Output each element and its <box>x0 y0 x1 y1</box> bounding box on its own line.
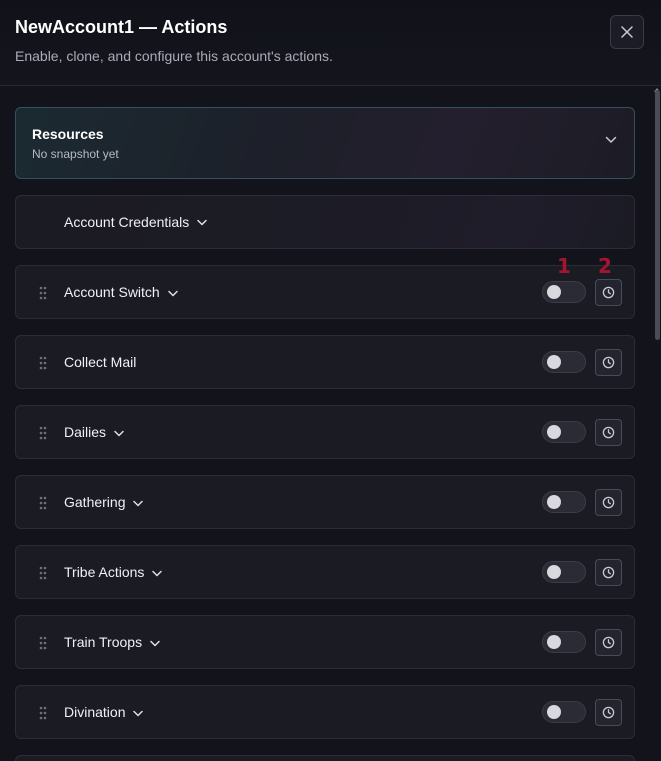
chevron-down-icon <box>114 424 124 440</box>
scrollbar-thumb[interactable] <box>655 90 660 340</box>
drag-handle-icon[interactable] <box>38 356 48 370</box>
account-credentials-panel[interactable]: Account Credentials <box>15 195 635 249</box>
chevron-down-icon <box>133 704 144 720</box>
toggle-knob <box>547 285 561 299</box>
clock-icon <box>602 636 615 649</box>
enable-toggle[interactable] <box>542 491 586 513</box>
actions-modal: NewAccount1 — Actions Enable, clone, and… <box>0 0 661 761</box>
action-label-button[interactable]: Train Troops <box>64 634 160 650</box>
drag-handle-icon[interactable] <box>38 706 48 720</box>
action-row: Collect Mail <box>15 335 635 389</box>
enable-toggle[interactable] <box>542 351 586 373</box>
schedule-button[interactable] <box>595 349 622 376</box>
clock-icon <box>602 286 615 299</box>
action-label: Train Troops <box>64 634 143 650</box>
chevron-down-icon <box>133 494 144 510</box>
account-credentials-label: Account Credentials <box>64 214 190 230</box>
clock-icon <box>602 496 615 509</box>
action-label: Divination <box>64 704 126 720</box>
resources-panel[interactable]: Resources No snapshot yet <box>15 107 635 179</box>
chevron-down-icon <box>197 219 208 225</box>
close-button[interactable] <box>610 15 644 49</box>
action-label-button[interactable]: Divination <box>64 704 144 720</box>
modal-header: NewAccount1 — Actions Enable, clone, and… <box>0 0 661 86</box>
resources-title: Resources <box>32 126 104 142</box>
clock-icon <box>602 356 615 369</box>
modal-title: NewAccount1 — Actions <box>15 17 228 37</box>
action-label: Gathering <box>64 494 126 510</box>
action-label-button[interactable]: Account Switch <box>64 284 178 300</box>
schedule-button[interactable] <box>595 279 622 306</box>
enable-toggle[interactable] <box>542 631 586 653</box>
clock-icon <box>602 706 615 719</box>
drag-handle-icon[interactable] <box>38 566 48 580</box>
action-label: Dailies <box>64 424 107 440</box>
action-label-button[interactable]: Collect Mail <box>64 354 136 370</box>
action-row: Train Troops <box>15 615 635 669</box>
enable-toggle[interactable] <box>542 561 586 583</box>
close-icon <box>621 26 633 38</box>
schedule-button[interactable] <box>595 559 622 586</box>
action-row: Gathering <box>15 475 635 529</box>
annotation-toggle-marker: 1 <box>557 254 571 278</box>
schedule-button[interactable] <box>595 699 622 726</box>
enable-toggle[interactable] <box>542 421 586 443</box>
chevron-down-icon <box>152 564 163 580</box>
action-label: Account Switch <box>64 284 160 300</box>
toggle-knob <box>547 705 561 719</box>
action-row: Tribe Actions <box>15 545 635 599</box>
modal-subtitle: Enable, clone, and configure this accoun… <box>15 48 333 64</box>
action-label-button[interactable]: Dailies <box>64 424 124 440</box>
toggle-knob <box>547 565 561 579</box>
toggle-knob <box>547 355 561 369</box>
chevron-down-icon <box>167 284 178 300</box>
drag-handle-icon[interactable] <box>38 636 48 650</box>
chevron-down-icon <box>150 634 160 650</box>
clock-icon <box>602 566 615 579</box>
schedule-button[interactable] <box>595 489 622 516</box>
action-label: Tribe Actions <box>64 564 145 580</box>
schedule-button[interactable] <box>595 419 622 446</box>
action-row: Dailies <box>15 405 635 459</box>
actions-list: Resources No snapshot yet Account Creden… <box>15 107 635 761</box>
action-label-button[interactable]: Tribe Actions <box>64 564 163 580</box>
chevron-down-icon[interactable] <box>605 136 617 144</box>
schedule-button[interactable] <box>595 629 622 656</box>
enable-toggle[interactable] <box>542 281 586 303</box>
account-credentials-toggle[interactable]: Account Credentials <box>64 214 208 230</box>
drag-handle-icon[interactable] <box>38 286 48 300</box>
toggle-knob <box>547 635 561 649</box>
resources-subtitle: No snapshot yet <box>32 147 119 161</box>
toggle-knob <box>547 495 561 509</box>
clock-icon <box>602 426 615 439</box>
enable-toggle[interactable] <box>542 701 586 723</box>
action-label-button[interactable]: Gathering <box>64 494 144 510</box>
action-label: Collect Mail <box>64 354 137 370</box>
action-row: Divination <box>15 685 635 739</box>
annotation-schedule-marker: 2 <box>598 254 612 278</box>
action-row-partial <box>15 755 635 761</box>
drag-handle-icon[interactable] <box>38 426 48 440</box>
action-row: Account Switch <box>15 265 635 319</box>
toggle-knob <box>547 425 561 439</box>
drag-handle-icon[interactable] <box>38 496 48 510</box>
